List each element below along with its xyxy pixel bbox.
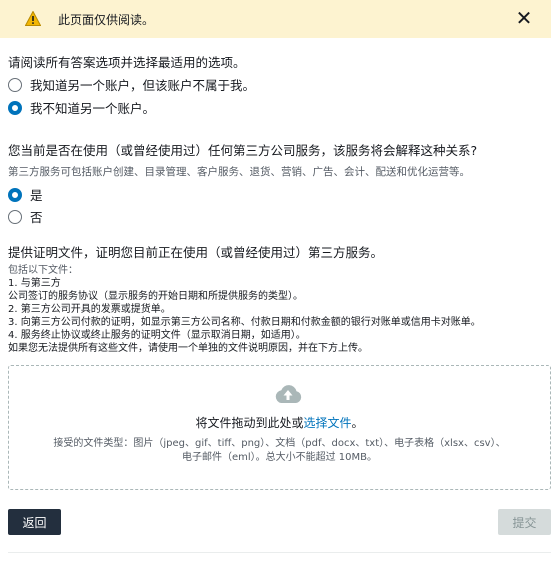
question-1-label: 请阅读所有答案选项并选择最适用的选项。 — [8, 55, 246, 70]
instruction-line: 3. 向第三方公司付款的证明，如显示第三方公司名称、付款日期和付款金额的银行对账… — [8, 317, 481, 328]
radio-button[interactable] — [8, 77, 22, 92]
choose-file-link[interactable]: 选择文件 — [303, 416, 351, 430]
accepted-types-line-1: 接受的文件类型：图片（jpeg、gif、tiff、png）、文档（pdf、doc… — [53, 438, 506, 449]
submit-button[interactable]: 提交 — [498, 509, 551, 535]
documents-instructions: 包括以下文件： 1. 与第三方 公司签订的服务协议（显示服务的开始日期和所提供服… — [8, 264, 481, 355]
back-button[interactable]: 返回 — [8, 509, 61, 535]
divider — [8, 552, 551, 553]
question-2-help: 第三方服务可包括账户创建、目录管理、客户服务、退货、营销、广告、会计、配送和优化… — [8, 166, 470, 178]
instruction-line: 1. 与第三方 — [8, 278, 61, 289]
instruction-line: 2. 第三方公司开具的发票或提货单。 — [8, 304, 171, 315]
radio-button[interactable] — [8, 209, 22, 224]
instruction-line: 4. 服务终止协议或终止服务的证明文件（显示取消日期，如适用）。 — [8, 330, 306, 341]
radio-label: 我不知道另一个账户。 — [30, 101, 156, 116]
radio-option-not-know-account[interactable]: 我不知道另一个账户。 — [8, 98, 155, 117]
alert-message: 此页面仅供阅读。 — [58, 13, 155, 27]
warning-icon — [25, 11, 41, 26]
radio-option-no[interactable]: 否 — [8, 207, 43, 226]
question-2-label: 您当前是否在使用（或曾经使用过）任何第三方公司服务，该服务将会解释这种关系? — [8, 143, 478, 158]
instruction-line: 包括以下文件： — [8, 265, 78, 276]
read-only-alert: 此页面仅供阅读。 ✕ — [0, 0, 551, 38]
dropzone-suffix: 。 — [351, 416, 364, 430]
radio-button-selected[interactable] — [8, 187, 22, 202]
radio-label: 我知道另一个账户，但该账户不属于我。 — [30, 78, 256, 93]
radio-option-know-account[interactable]: 我知道另一个账户，但该账户不属于我。 — [8, 75, 255, 94]
close-icon[interactable]: ✕ — [514, 8, 534, 28]
dropzone-main-text: 将文件拖动到此处或选择文件。 — [9, 414, 550, 431]
file-dropzone[interactable]: 将文件拖动到此处或选择文件。 接受的文件类型：图片（jpeg、gif、tiff、… — [8, 365, 551, 490]
instruction-line: 如果您无法提供所有这些文件，请使用一个单独的文件说明原因，并在下方上传。 — [8, 343, 368, 354]
documents-label: 提供证明文件，证明您目前正在使用（或曾经使用过）第三方服务。 — [8, 245, 384, 260]
radio-button-selected[interactable] — [8, 100, 22, 115]
radio-label: 否 — [30, 210, 43, 225]
dropzone-prefix: 将文件拖动到此处或 — [195, 416, 304, 430]
cloud-upload-icon — [275, 385, 302, 403]
radio-label: 是 — [30, 188, 43, 203]
accepted-types-line-2: 电子邮件（eml）。总大小不能超过 10MB。 — [181, 452, 378, 463]
radio-option-yes[interactable]: 是 — [8, 185, 43, 204]
instruction-line: 公司签订的服务协议（显示服务的开始日期和所提供服务的类型）。 — [8, 291, 303, 302]
